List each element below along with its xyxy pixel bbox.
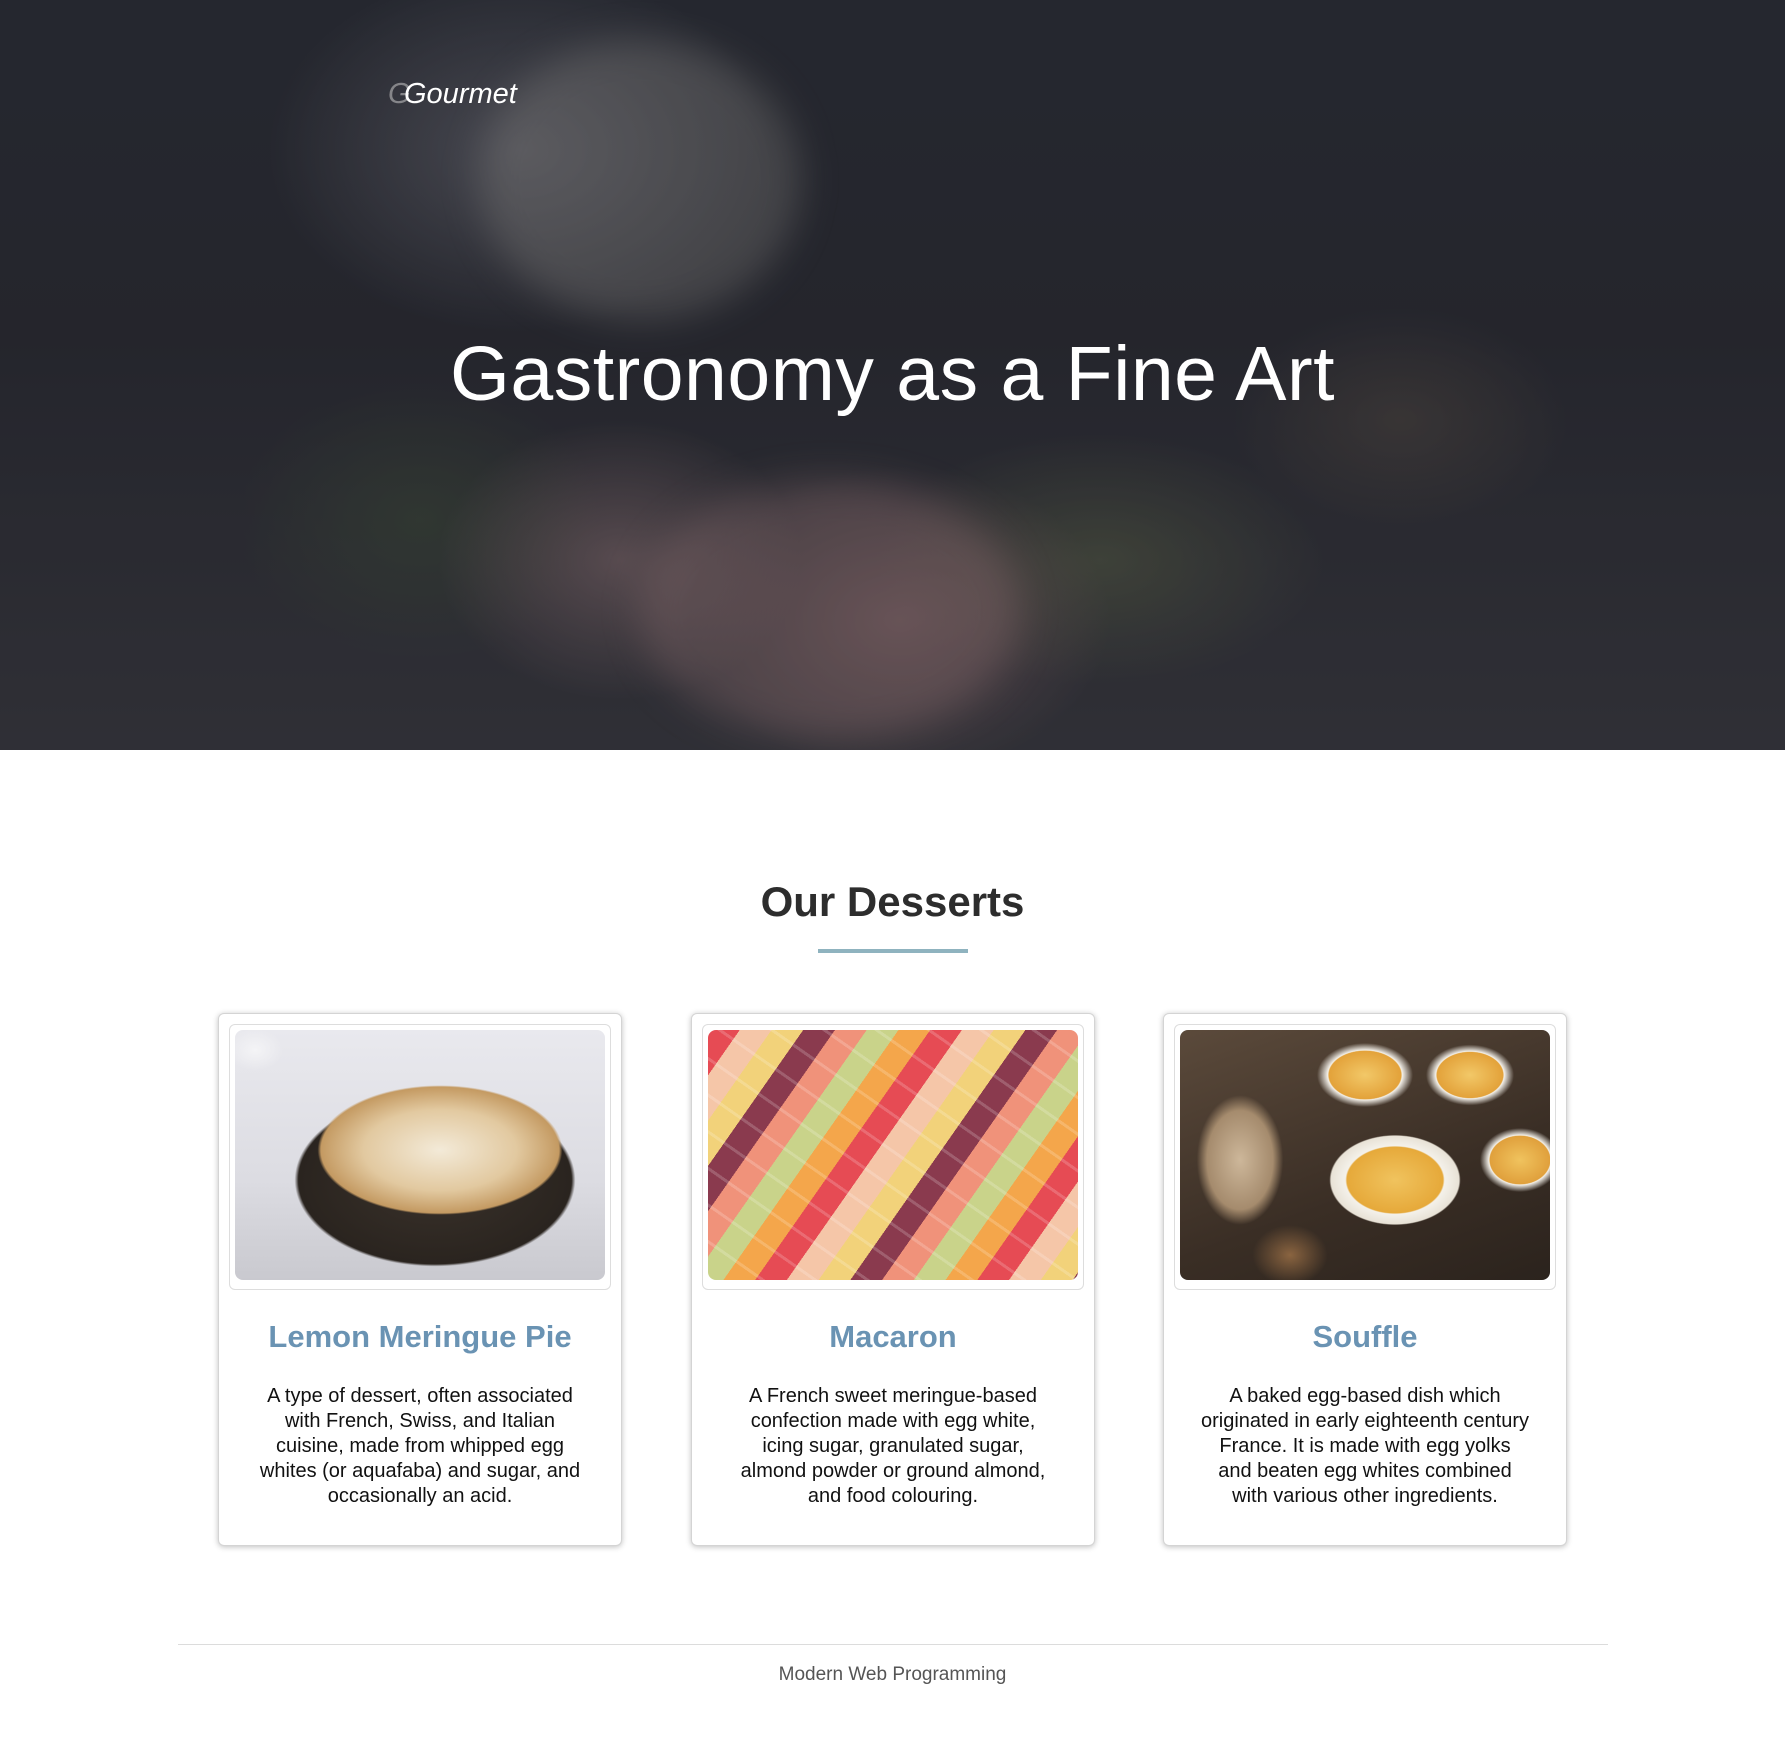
section-title: Our Desserts xyxy=(760,878,1025,925)
card-description: A French sweet meringue-based confection… xyxy=(740,1385,1046,1507)
card-title: Macaron xyxy=(829,1319,957,1354)
dessert-cards: Lemon Meringue Pie A type of dessert, of… xyxy=(218,1013,1568,1546)
title-underline xyxy=(818,949,968,953)
footer-text: Modern Web Programming xyxy=(778,1664,1007,1685)
hero-background-highlight xyxy=(640,480,1020,740)
image-frame xyxy=(1174,1024,1556,1290)
hero-title: Gastronomy as a Fine Art xyxy=(449,331,1336,417)
footer-divider xyxy=(178,1644,1608,1645)
card-description: A baked egg-based dish which originated … xyxy=(1201,1385,1529,1507)
macaron-image xyxy=(708,1030,1078,1280)
lemon-meringue-pie-image xyxy=(235,1030,605,1280)
dessert-card-macaron: Macaron A French sweet meringue-based co… xyxy=(691,1013,1095,1546)
card-title: Souffle xyxy=(1312,1319,1418,1354)
brand-name: Gourmet xyxy=(404,78,517,110)
card-description: A type of dessert, often associated with… xyxy=(259,1385,581,1507)
image-frame xyxy=(229,1024,611,1290)
brand-logo[interactable]: G Gourmet xyxy=(388,78,517,111)
dessert-card-lemon-meringue-pie: Lemon Meringue Pie A type of dessert, of… xyxy=(218,1013,622,1546)
hero-background-image xyxy=(480,40,800,320)
hero-banner: G Gourmet Gastronomy as a Fine Art xyxy=(0,0,1785,750)
image-frame xyxy=(702,1024,1084,1290)
card-title: Lemon Meringue Pie xyxy=(268,1319,572,1354)
souffle-image xyxy=(1180,1030,1550,1280)
dessert-card-souffle: Souffle A baked egg-based dish which ori… xyxy=(1163,1013,1567,1546)
